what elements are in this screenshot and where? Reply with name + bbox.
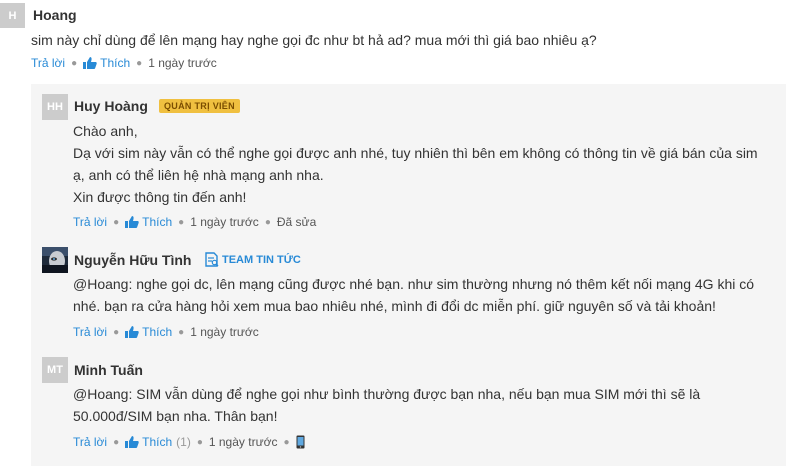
commenter-name: Huy Hoàng <box>74 98 148 114</box>
avatar: HH <box>42 94 68 120</box>
reply-link[interactable]: Trả lời <box>31 56 65 70</box>
like-label: Thích <box>142 215 173 229</box>
comment-line: @Hoang: nghe gọi dc, lên mạng cũng được … <box>73 276 755 292</box>
comment-actions: Trả lời ● Thích ● 1 ngày trước ● Đã sửa <box>73 215 316 229</box>
like-button[interactable]: Thích <box>83 56 130 70</box>
avatar: H <box>0 3 25 28</box>
separator-dot: ● <box>178 326 185 338</box>
avatar: MT <box>42 357 68 383</box>
commenter-name: Nguyễn Hữu Tình <box>74 252 192 268</box>
separator-dot: ● <box>113 436 120 448</box>
comment-line: nhé. bạn ra cửa hàng hỏi xem mua bao nhi… <box>73 298 716 314</box>
comment-time: 1 ngày trước <box>190 325 259 339</box>
comment-line: Dạ với sim này vẫn có thể nghe gọi được … <box>73 145 758 161</box>
comment-line: @Hoang: SIM vẫn dùng để nghe gọi như bìn… <box>73 386 701 402</box>
reply-link[interactable]: Trả lời <box>73 325 107 339</box>
comment-line: ạ, anh có thể liên hệ nhà mạng anh nha. <box>73 167 324 183</box>
comment-line: 50.000đ/SIM bạn nha. Thân bạn! <box>73 408 278 424</box>
separator-dot: ● <box>264 216 271 228</box>
separator-dot: ● <box>283 436 290 448</box>
comment-actions: Trả lời ● Thích ● 1 ngày trước <box>73 325 259 339</box>
team-badge-label: TEAM TIN TỨC <box>222 253 301 266</box>
news-document-icon <box>205 252 219 267</box>
reply-link[interactable]: Trả lời <box>73 215 107 229</box>
team-badge: TEAM TIN TỨC <box>205 252 301 267</box>
comment-text: sim này chỉ dùng để lên mạng hay nghe gọ… <box>31 32 597 48</box>
thumbs-up-icon <box>125 436 139 448</box>
reply-link[interactable]: Trả lời <box>73 435 107 449</box>
separator-dot: ● <box>136 57 143 69</box>
commenter-name: Minh Tuấn <box>74 362 143 378</box>
like-label: Thích <box>142 325 173 339</box>
thumbs-up-icon <box>83 57 97 69</box>
comment-time: 1 ngày trước <box>148 56 217 70</box>
comment-time: 1 ngày trước <box>208 435 278 449</box>
thumbs-up-icon <box>125 216 139 228</box>
like-button[interactable]: Thích <box>125 325 172 339</box>
comment-actions: Trả lời ● Thích (1) ● 1 ngày trước ● <box>73 435 305 449</box>
user-photo-avatar <box>42 247 68 273</box>
separator-dot: ● <box>178 216 185 228</box>
edited-label: Đã sửa <box>276 215 317 229</box>
admin-badge: QUẢN TRỊ VIÊN <box>159 99 240 113</box>
comment-text: @Hoang: SIM vẫn dùng để nghe gọi như bìn… <box>73 383 700 427</box>
comment-text: @Hoang: nghe gọi dc, lên mạng cũng được … <box>73 273 754 317</box>
separator-dot: ● <box>196 436 203 448</box>
commenter-name: Hoang <box>33 7 77 23</box>
like-count: (1) <box>176 435 191 449</box>
mobile-phone-icon <box>296 435 305 449</box>
separator-dot: ● <box>113 326 120 338</box>
like-button[interactable]: Thích <box>125 215 172 229</box>
comment-time: 1 ngày trước <box>190 215 259 229</box>
separator-dot: ● <box>71 57 78 69</box>
comment-actions: Trả lời ● Thích ● 1 ngày trước <box>31 56 217 70</box>
separator-dot: ● <box>113 216 120 228</box>
user-photo-icon <box>42 247 68 273</box>
comment-line: Xin được thông tin đến anh! <box>73 189 247 205</box>
like-label: Thích <box>100 56 131 70</box>
thumbs-up-icon <box>125 326 139 338</box>
comment-line: Chào anh, <box>73 123 138 139</box>
like-button[interactable]: Thích (1) <box>125 435 191 449</box>
comment-text: Chào anh, Dạ với sim này vẫn có thể nghe… <box>73 120 758 208</box>
like-label: Thích <box>142 435 173 449</box>
